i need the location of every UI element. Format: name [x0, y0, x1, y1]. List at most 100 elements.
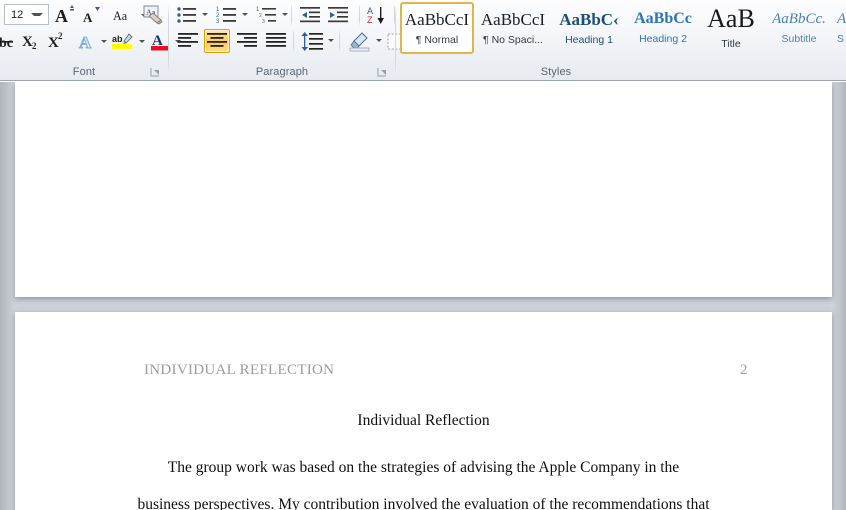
svg-text:2: 2 — [32, 41, 37, 51]
strikethrough-button[interactable]: abc — [0, 30, 14, 52]
font-dialog-launcher[interactable] — [150, 65, 161, 77]
paragraph-inner-separator-4 — [293, 30, 294, 52]
style-preview: AaBbC‹ — [559, 10, 619, 28]
superscript-button[interactable]: X 2 — [45, 30, 69, 52]
style-item-normal[interactable]: AaBbCcI ¶ Normal — [400, 2, 474, 54]
paragraph-inner-separator-2 — [359, 4, 360, 26]
svg-text:abc: abc — [0, 36, 13, 51]
chevron-down-icon[interactable] — [101, 40, 107, 43]
line-spacing-icon — [301, 31, 323, 51]
justify-button[interactable] — [263, 30, 288, 52]
dialog-launcher-icon — [150, 68, 159, 77]
highlight-icon: ab — [112, 32, 133, 49]
style-preview: AaB — [707, 6, 755, 32]
chevron-down-icon[interactable] — [202, 13, 208, 16]
decrease-indent-icon — [300, 7, 320, 23]
superscript-icon: X 2 — [48, 31, 63, 51]
numbering-button[interactable]: 1 2 3 — [215, 4, 239, 26]
style-item-heading-1[interactable]: AaBbC‹ Heading 1 — [552, 2, 626, 54]
clear-formatting-button[interactable]: Aa — [140, 3, 166, 27]
align-right-button[interactable] — [234, 30, 259, 52]
group-label-font: Font — [72, 66, 96, 78]
numbering-icon: 1 2 3 — [216, 7, 236, 24]
align-center-button[interactable] — [204, 29, 230, 53]
align-left-button[interactable] — [175, 30, 200, 52]
chevron-down-icon[interactable] — [376, 39, 382, 42]
grow-font-icon: A — [55, 5, 74, 25]
shrink-font-button[interactable]: A — [80, 4, 104, 26]
style-preview: AaBbCcI — [404, 10, 470, 28]
align-left-icon — [177, 33, 198, 47]
multilevel-list-icon: 1 2 3 — [256, 7, 276, 24]
align-center-icon — [207, 33, 227, 47]
paragraph-inner-separator — [291, 4, 292, 26]
style-label: S — [837, 32, 845, 45]
shrink-font-icon: A — [83, 7, 100, 25]
style-label: ¶ No Spaci... — [483, 33, 543, 46]
change-case-icon: Aa — [113, 9, 128, 23]
page-header: INDIVIDUAL REFLECTION 2 — [15, 362, 832, 382]
header-running-title: INDIVIDUAL REFLECTION — [144, 362, 335, 378]
style-preview: A — [837, 11, 846, 27]
chevron-down-icon[interactable] — [282, 13, 288, 16]
sort-button[interactable]: A Z — [365, 3, 389, 27]
strikethrough-icon: abc — [0, 36, 13, 51]
svg-text:2: 2 — [58, 31, 63, 41]
group-label-styles: Styles — [540, 66, 572, 78]
style-preview: AaBbCcI — [480, 10, 546, 28]
style-item-no-spacing[interactable]: AaBbCcI ¶ No Spaci... — [476, 2, 550, 54]
page-number: 2 — [740, 362, 748, 378]
increase-indent-icon — [328, 7, 348, 23]
document-page-1[interactable] — [15, 82, 832, 297]
chevron-down-icon[interactable] — [31, 13, 43, 16]
sort-icon: A Z — [367, 6, 384, 25]
document-page-2[interactable]: INDIVIDUAL REFLECTION 2 Individual Refle… — [15, 312, 832, 510]
document-canvas[interactable]: INDIVIDUAL REFLECTION 2 Individual Refle… — [0, 82, 846, 510]
style-label: Subtitle — [781, 32, 817, 45]
svg-text:A: A — [55, 6, 68, 25]
style-preview: AaBbCc. — [772, 11, 826, 27]
style-label: ¶ Normal — [415, 33, 459, 46]
subscript-button[interactable]: X 2 — [19, 30, 43, 52]
ribbon-group-styles: AaBbCcI ¶ Normal AaBbCcI ¶ No Spaci... A… — [396, 0, 846, 80]
chevron-down-icon[interactable] — [139, 40, 145, 43]
svg-text:A: A — [83, 10, 93, 25]
text-effects-button[interactable]: A — [75, 30, 99, 52]
line-spacing-button[interactable] — [299, 30, 325, 52]
svg-text:3: 3 — [216, 19, 220, 24]
bullets-button[interactable] — [175, 4, 199, 26]
align-right-icon — [236, 33, 257, 47]
svg-text:Aa: Aa — [113, 9, 128, 23]
grow-font-button[interactable]: A — [54, 4, 78, 26]
chevron-down-icon[interactable] — [242, 13, 248, 16]
subscript-icon: X 2 — [22, 34, 37, 51]
decrease-indent-button[interactable] — [299, 4, 323, 26]
ribbon-group-font: 12 A A Aa Aa bc X 2 X 2 A ab A Font — [0, 0, 181, 80]
style-item-subtitle[interactable]: AaBbCc. Subtitle — [764, 2, 834, 54]
shading-button[interactable] — [347, 29, 373, 53]
style-item-title[interactable]: AaB Title — [698, 2, 764, 54]
bullets-icon — [177, 7, 196, 23]
style-label: Title — [721, 38, 741, 50]
style-label: Heading 1 — [565, 33, 613, 46]
text-highlight-color-button[interactable]: ab — [110, 30, 136, 52]
svg-text:3: 3 — [262, 19, 265, 24]
shading-icon — [349, 31, 370, 51]
clear-formatting-icon: Aa — [143, 5, 163, 25]
style-item-subtle-emphasis[interactable]: A S — [834, 2, 846, 54]
paragraph-inner-separator-5 — [339, 30, 340, 52]
multilevel-list-button[interactable]: 1 2 3 — [255, 4, 279, 26]
style-preview: AaBbCc — [634, 11, 692, 27]
document-title: Individual Reflection — [357, 412, 490, 429]
chevron-down-icon[interactable] — [328, 39, 334, 42]
svg-text:Z: Z — [367, 15, 373, 25]
text-effects-icon: A — [79, 33, 93, 52]
document-paragraph-line-2: business perspectives. My contribution i… — [137, 496, 710, 510]
word-window: 12 A A Aa Aa bc X 2 X 2 A ab A Font 1 2 … — [0, 0, 846, 510]
increase-indent-button[interactable] — [327, 4, 351, 26]
svg-text:A: A — [79, 33, 92, 51]
font-size-input[interactable]: 12 — [4, 4, 49, 25]
ribbon: 12 A A Aa Aa bc X 2 X 2 A ab A Font 1 2 … — [0, 0, 846, 81]
style-item-heading-2[interactable]: AaBbCc Heading 2 — [626, 2, 700, 54]
style-label: Heading 2 — [639, 33, 687, 45]
